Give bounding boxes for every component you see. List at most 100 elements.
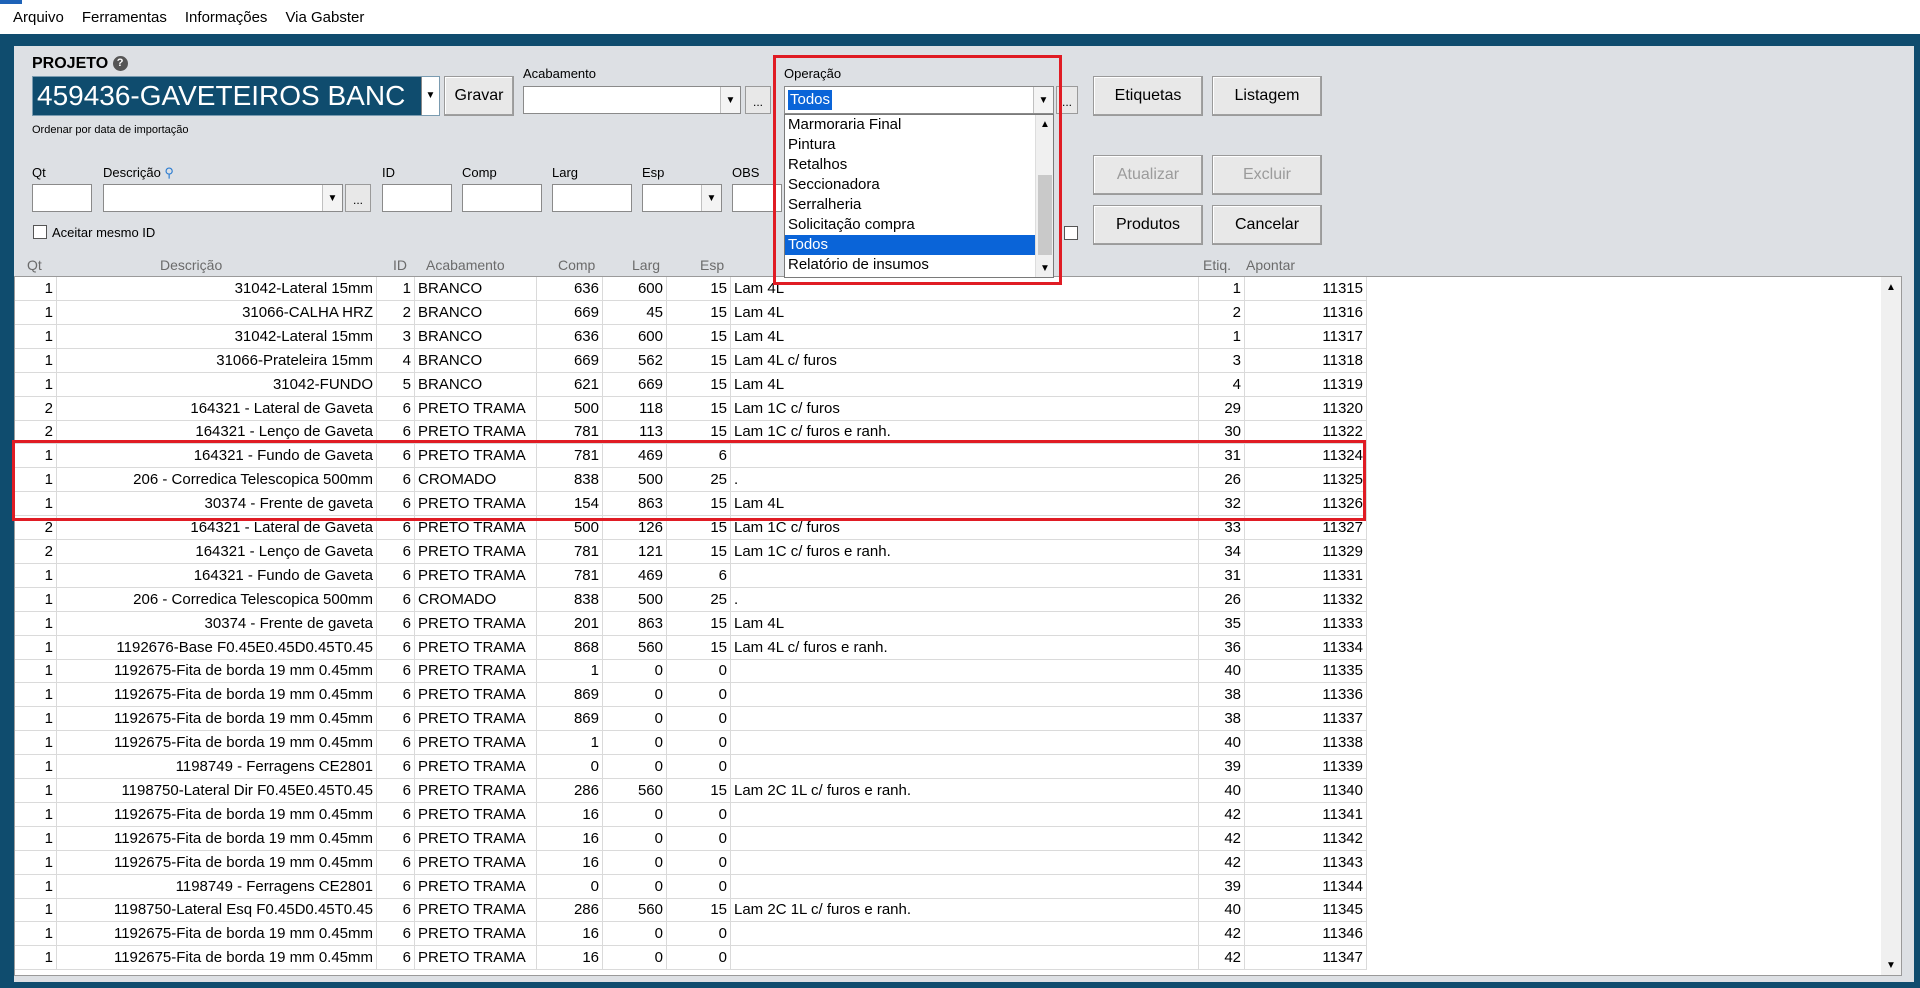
table-row[interactable]: 1 31066-Prateleira 15mm 4 BRANCO 669 562 15 Lam… [15,348,1367,373]
col-header-acabamento[interactable]: Acabamento [426,255,505,275]
id-input[interactable] [382,184,452,212]
table-row[interactable]: 1 164321 - Fundo de Gaveta 6 PRETO TRAMA 781… [15,563,1367,588]
larg-input[interactable] [552,184,632,212]
menu-via-gabster[interactable]: Via Gabster [276,9,373,26]
table-row[interactable]: 1 206 - Corredica Telescopica 500mm 6 CROMA… [15,587,1367,612]
cancelar-button[interactable]: Cancelar [1212,205,1322,245]
cell-larg: 0 [603,755,667,779]
col-header-comp[interactable]: Comp [558,255,595,275]
aceitar-checkbox[interactable] [33,225,47,239]
esp-select[interactable]: ▼ [642,184,722,212]
descricao-select[interactable]: ▼ [103,184,343,212]
help-icon[interactable]: ? [112,56,128,72]
table-row[interactable]: 1 1192675-Fita de borda 19 mm 0.45mm 6 PRET… [15,922,1367,947]
table-row[interactable]: 1 1192675-Fita de borda 19 mm 0.45mm 6 PRET… [15,659,1367,684]
cell-acab: BRANCO [415,277,537,301]
table-row[interactable]: 1 1192675-Fita de borda 19 mm 0.45mm 6 PRET… [15,731,1367,756]
highlight-box-operacao [773,55,1062,285]
table-row[interactable]: 1 31042-Lateral 15mm 3 BRANCO 636 600 15 Lam 4L… [15,324,1367,349]
menu-ferramentas[interactable]: Ferramentas [73,9,176,26]
cell-larg: 560 [603,778,667,803]
option-checkbox[interactable] [1064,226,1078,240]
acabamento-select[interactable]: ▼ [523,86,741,114]
vertical-scrollbar[interactable]: ▲ ▼ [1881,277,1901,975]
table-row[interactable]: 1 1192675-Fita de borda 19 mm 0.45mm 6 PRET… [15,826,1367,851]
table-row[interactable]: 1 1192675-Fita de borda 19 mm 0.45mm 6 PRET… [15,683,1367,708]
table-row[interactable]: 2 164321 - Lateral de Gaveta 6 PRETO TRAMA 5… [15,396,1367,421]
cell-comp: 16 [537,826,603,851]
scroll-down-icon[interactable]: ▼ [1881,955,1901,975]
cell-qt: 1 [15,372,57,397]
table-row[interactable]: 2 164321 - Lenço de Gaveta 6 PRETO TRAMA 781… [15,539,1367,564]
cell-obs [731,826,1199,851]
cell-larg: 0 [603,802,667,827]
produtos-button[interactable]: Produtos [1093,205,1203,245]
cell-acab: PRETO TRAMA [415,731,537,756]
scroll-up-icon[interactable]: ▲ [1881,277,1901,297]
cell-etiq: 40 [1199,898,1245,923]
chevron-down-icon[interactable]: ▼ [701,185,721,211]
cell-etiq: 1 [1199,277,1245,301]
atualizar-button[interactable]: Atualizar [1093,155,1203,195]
table-row[interactable]: 1 1192676-Base F0.45E0.45D0.45T0.45 6 PRETO… [15,635,1367,660]
cell-esp: 15 [667,324,731,349]
qt-input[interactable] [32,184,92,212]
search-icon[interactable]: ⚲ [164,165,174,180]
cell-comp: 868 [537,635,603,660]
table-row[interactable]: 1 1192675-Fita de borda 19 mm 0.45mm 6 PRET… [15,802,1367,827]
comp-input[interactable] [462,184,542,212]
listagem-button[interactable]: Listagem [1212,76,1322,116]
cell-esp: 0 [667,922,731,947]
table-row[interactable]: 1 1198749 - Ferragens CE2801 6 PRETO TRAMA 0… [15,874,1367,899]
highlight-box-rows [12,440,1366,521]
table-row[interactable]: 1 1192675-Fita de borda 19 mm 0.45mm 6 PRET… [15,707,1367,732]
col-header-etiq[interactable]: Etiq. [1203,255,1231,275]
col-header-id[interactable]: ID [393,255,407,275]
chevron-down-icon[interactable]: ▼ [720,87,740,113]
table-row[interactable]: 1 31042-FUNDO 5 BRANCO 621 669 15 Lam 4L 4 11319 [15,372,1367,397]
col-header-descricao[interactable]: Descrição [160,255,222,275]
items-table[interactable]: 1 31042-Lateral 15mm 1 BRANCO 636 600 15 Lam 4L… [14,276,1902,976]
descricao-more-button[interactable]: ... [345,184,371,212]
acabamento-more-button[interactable]: ... [745,86,771,114]
table-row[interactable]: 1 31042-Lateral 15mm 1 BRANCO 636 600 15 Lam 4L… [15,277,1367,301]
save-button[interactable]: Gravar [444,76,514,116]
cell-desc: 31042-FUNDO [57,372,377,397]
cell-qt: 1 [15,755,57,779]
table-row[interactable]: 1 30374 - Frente de gaveta 6 PRETO TRAMA 201… [15,611,1367,636]
table-row[interactable]: 1 1198749 - Ferragens CE2801 6 PRETO TRAMA 0… [15,755,1367,779]
col-header-qt[interactable]: Qt [27,255,42,275]
excluir-button[interactable]: Excluir [1212,155,1322,195]
cell-comp: 16 [537,922,603,947]
table-row[interactable]: 1 1198750-Lateral Dir F0.45E0.45T0.45 6 PRE… [15,778,1367,803]
cell-larg: 121 [603,539,667,564]
cell-obs [731,874,1199,899]
menu-arquivo[interactable]: Arquivo [4,9,73,26]
cell-comp: 500 [537,396,603,421]
cell-acab: BRANCO [415,372,537,397]
table-row[interactable]: 1 1192675-Fita de borda 19 mm 0.45mm 6 PRET… [15,946,1367,971]
table-row[interactable]: 1 31066-CALHA HRZ 2 BRANCO 669 45 15 Lam 4L 2 113… [15,300,1367,325]
cell-id: 6 [377,659,415,684]
cell-qt: 2 [15,396,57,421]
larg-label: Larg [552,165,579,180]
col-header-apontar[interactable]: Apontar [1246,255,1295,275]
table-row[interactable]: 1 1192675-Fita de borda 19 mm 0.45mm 6 PRET… [15,850,1367,875]
cell-qt: 1 [15,659,57,684]
table-row[interactable]: 1 1198750-Lateral Esq F0.45D0.45T0.45 6 PRE… [15,898,1367,923]
cell-id: 6 [377,850,415,875]
cell-larg: 560 [603,635,667,660]
project-select[interactable]: 459436-GAVETEIROS BANC ▼ [32,76,440,116]
cell-obs [731,659,1199,684]
menu-informacoes[interactable]: Informações [176,9,277,26]
cell-esp: 6 [667,563,731,588]
chevron-down-icon[interactable]: ▼ [322,185,342,211]
col-header-larg[interactable]: Larg [632,255,660,275]
cell-desc: 164321 - Fundo de Gaveta [57,563,377,588]
cell-etiq: 42 [1199,802,1245,827]
chevron-down-icon[interactable]: ▼ [421,77,439,115]
cell-desc: 31066-CALHA HRZ [57,300,377,325]
cell-acab: BRANCO [415,300,537,325]
etiquetas-button[interactable]: Etiquetas [1093,76,1203,116]
col-header-esp[interactable]: Esp [700,255,724,275]
